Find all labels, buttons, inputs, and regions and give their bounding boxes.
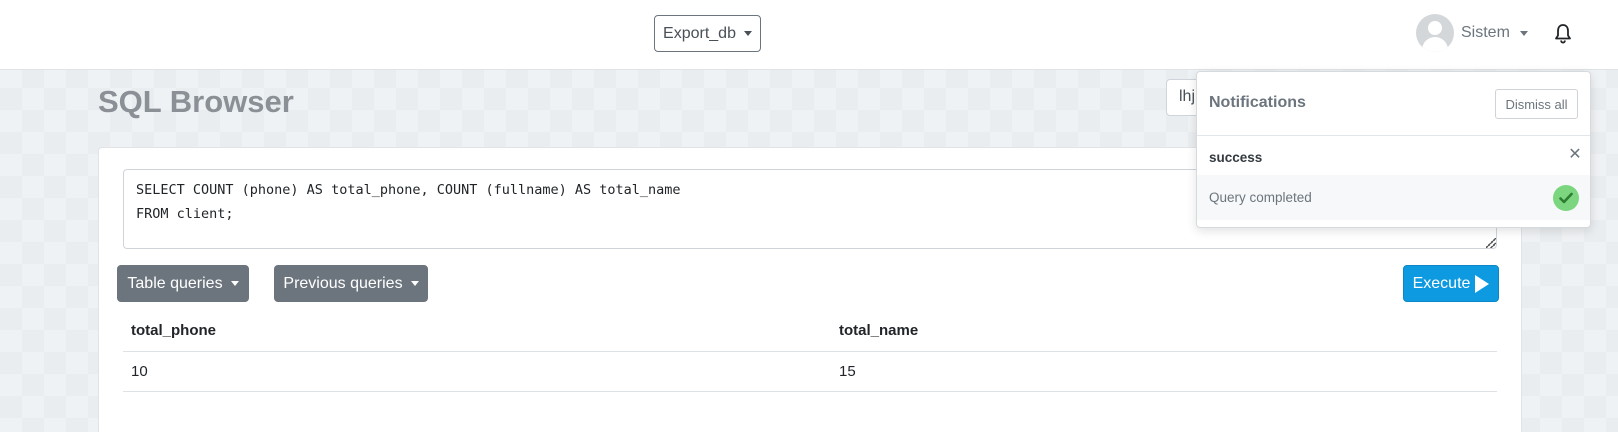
table-queries-button[interactable]: Table queries (117, 265, 249, 302)
notifications-header: Notifications Dismiss all (1197, 72, 1590, 136)
results-table: total_phone total_name 10 15 (123, 311, 1497, 392)
column-header: total_name (831, 311, 1497, 352)
table-cell: 15 (831, 351, 1497, 392)
notification-message: Query completed (1209, 190, 1312, 205)
database-selector[interactable]: Export_db (654, 15, 761, 52)
previous-queries-button[interactable]: Previous queries (274, 265, 428, 302)
table-header-row: total_phone total_name (123, 311, 1497, 352)
user-name: Sistem (1461, 24, 1510, 41)
chevron-down-icon (1519, 30, 1528, 36)
chevron-down-icon (230, 281, 239, 286)
play-icon (1475, 274, 1490, 293)
resize-handle[interactable] (1486, 238, 1496, 248)
table-queries-label: Table queries (127, 274, 223, 292)
chevron-down-icon (410, 281, 419, 286)
notification-item: Query completed (1197, 175, 1590, 220)
table-row: 10 15 (123, 351, 1497, 392)
table-cell: 10 (123, 351, 831, 392)
notifications-title: Notifications (1209, 94, 1306, 111)
page-title: SQL Browser (98, 84, 294, 119)
bell-icon[interactable] (1553, 23, 1573, 45)
dismiss-all-button[interactable]: Dismiss all (1495, 89, 1578, 119)
notification-type: success (1209, 150, 1263, 165)
previous-queries-label: Previous queries (283, 274, 403, 292)
user-menu[interactable]: Sistem (1416, 14, 1528, 52)
check-icon (1553, 185, 1579, 211)
close-icon[interactable]: ✕ (1566, 146, 1584, 164)
execute-label: Execute (1412, 274, 1471, 292)
user-avatar-icon (1416, 14, 1454, 52)
column-header: total_phone (123, 311, 831, 352)
notifications-panel: Notifications Dismiss all success ✕ Quer… (1196, 71, 1591, 228)
top-navbar: Export_db Sistem (0, 0, 1618, 70)
database-selector-label: Export_db (663, 24, 736, 42)
chevron-down-icon (743, 31, 752, 36)
execute-button[interactable]: Execute (1403, 265, 1499, 302)
